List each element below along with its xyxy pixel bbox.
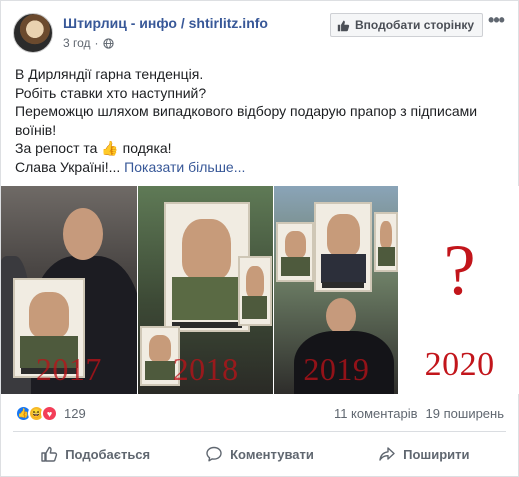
thumbs-up-icon [41,446,58,462]
year-label: 2019 [303,351,370,387]
image-panel-2019: 2019 [274,186,399,394]
divider [13,431,506,432]
love-icon: ♥ [41,405,58,422]
held-portrait [314,202,373,292]
share-icon [379,447,395,461]
share-button[interactable]: Поширити [342,434,506,474]
post-line: Слава Україні!... Показати більше... [15,158,246,175]
post-meta: 3 год · [63,36,114,50]
action-bar: Подобається Коментувати Поширити [13,434,506,474]
person-head [326,298,357,334]
thumbs-up-icon [337,20,350,31]
post-text: В Дирляндії гарна тенденція. Робіть став… [15,65,507,176]
shares-count-link[interactable]: 19 поширень [426,406,504,421]
like-page-label: Вподобати сторінку [355,18,475,32]
comment-button[interactable]: Коментувати [177,434,341,474]
post-header: Штирлиц - инфо / shtirlitz.info 3 год · … [13,11,506,55]
held-portrait [374,212,399,272]
comment-icon [206,446,222,462]
reaction-count: 129 [64,406,86,421]
reactions-summary[interactable]: 👍 😆 ♥ 129 [15,405,86,422]
post-card: Штирлиц - инфо / shtirlitz.info 3 год · … [0,0,519,477]
more-options-icon[interactable]: ••• [486,11,506,33]
page-avatar[interactable] [13,13,53,53]
page-name-link[interactable]: Штирлиц - инфо / shtirlitz.info [63,15,268,31]
post-stats: 11 коментарів 19 поширень [334,406,504,421]
like-button[interactable]: Подобається [13,434,177,474]
post-line: Переможцю шляхом випадкового відбору под… [15,103,478,119]
image-panel-2017: 2017 [1,186,137,394]
like-label: Подобається [65,446,151,462]
held-portrait [237,256,272,326]
post-line: воїнів! [15,121,57,138]
post-image[interactable]: 2017 2018 2019 ? 2020 [1,186,519,394]
person-head [63,208,103,260]
year-label: 2020 [424,346,495,383]
see-more-link[interactable]: Показати більше... [124,159,245,175]
held-portrait [276,222,315,282]
comments-count-link[interactable]: 11 коментарів [334,406,418,421]
question-mark: ? [443,230,476,310]
image-panel-2018: 2018 [137,186,274,394]
post-line: За репост та 👍 подяка! [15,140,172,156]
year-label: 2018 [172,351,239,387]
image-panel-2020: ? 2020 [399,186,519,394]
post-timestamp[interactable]: 3 год [63,36,91,50]
post-line: В Дирляндії гарна тенденція. [15,66,204,82]
share-label: Поширити [403,446,470,462]
post-line: Робіть ставки хто наступний? [15,84,207,101]
year-label: 2017 [35,351,102,387]
comment-label: Коментувати [230,446,314,462]
globe-icon[interactable] [102,37,114,49]
thumbs-up-emoji-icon: 👍 [101,140,119,156]
like-page-button[interactable]: Вподобати сторінку [330,13,484,37]
